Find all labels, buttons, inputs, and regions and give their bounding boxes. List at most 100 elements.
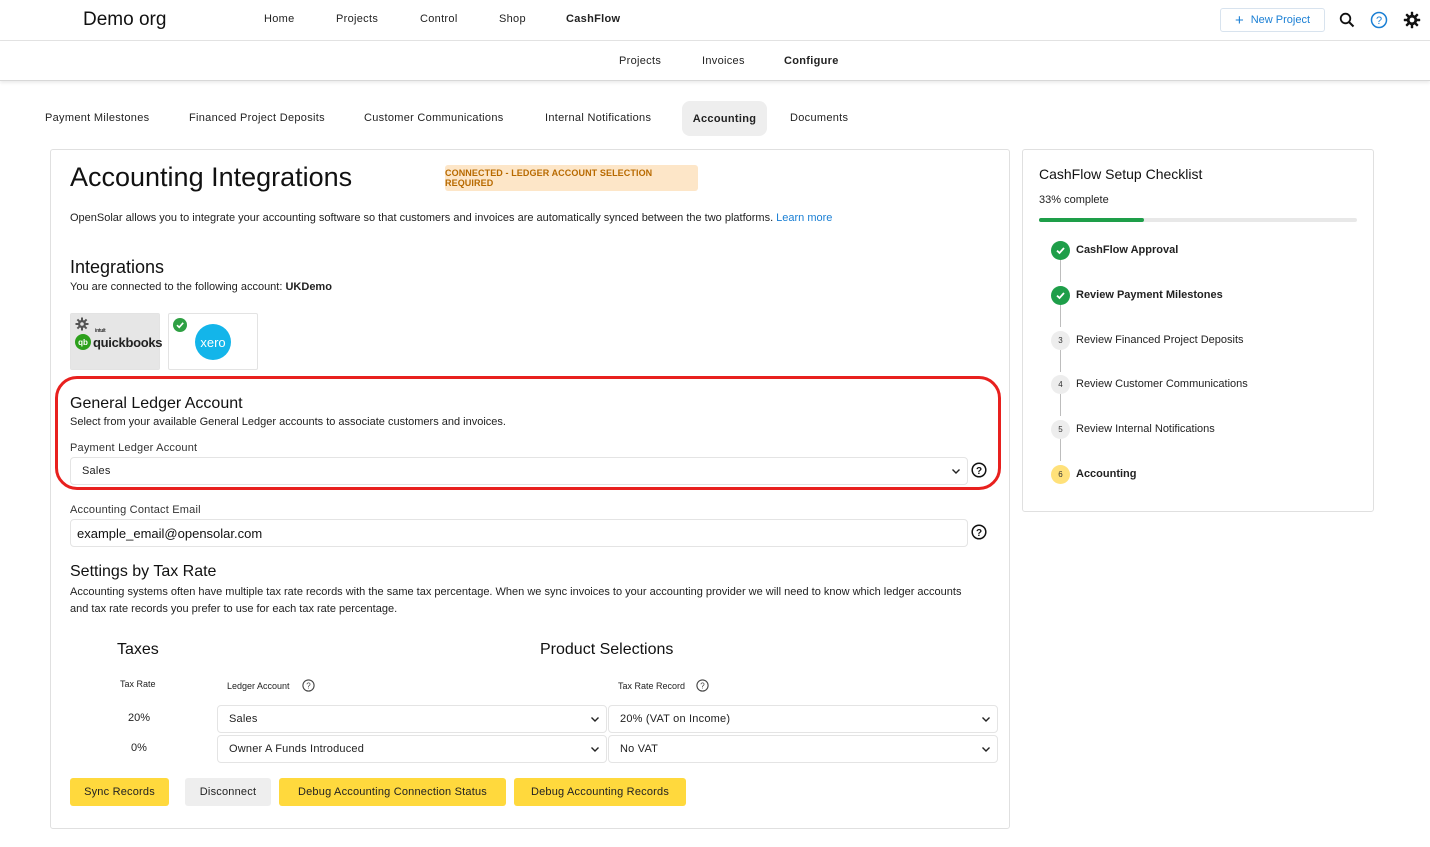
top-navbar: Demo org Home Projects Control Shop Cash…: [0, 0, 1430, 41]
sync-records-button[interactable]: Sync Records: [70, 778, 169, 806]
connected-account-text: You are connected to the following accou…: [70, 281, 332, 293]
step-number: 6: [1051, 465, 1070, 484]
tab-documents[interactable]: Documents: [790, 112, 848, 124]
subnav-projects[interactable]: Projects: [619, 55, 661, 67]
debug-connection-status-button[interactable]: Debug Accounting Connection Status: [279, 778, 506, 806]
checklist-progress-fill: [1039, 218, 1144, 222]
tab-customer-communications[interactable]: Customer Communications: [364, 112, 504, 124]
disconnect-button[interactable]: Disconnect: [185, 778, 271, 806]
quickbooks-wordmark: intuit quickbooks: [93, 327, 163, 350]
nav-home[interactable]: Home: [264, 13, 295, 25]
checklist-title: CashFlow Setup Checklist: [1039, 166, 1203, 182]
checklist-step-accounting[interactable]: Accounting: [1076, 468, 1137, 480]
ledger-account-select[interactable]: Sales: [217, 705, 607, 733]
tax-rate-cell: 20%: [128, 712, 151, 724]
intuit-wordmark: intuit: [95, 327, 106, 334]
gl-heading: General Ledger Account: [70, 395, 243, 412]
svg-text:?: ?: [976, 466, 982, 477]
gl-description: Select from your available General Ledge…: [70, 416, 506, 428]
page-title: Accounting Integrations: [70, 162, 353, 192]
checklist-step-cashflow-approval[interactable]: CashFlow Approval: [1076, 244, 1178, 256]
subnav-configure[interactable]: Configure: [784, 55, 839, 67]
help-icon[interactable]: ?: [971, 524, 987, 540]
checklist-step-payment-milestones[interactable]: Review Payment Milestones: [1076, 289, 1223, 301]
payment-ledger-label: Payment Ledger Account: [70, 442, 198, 454]
svg-text:?: ?: [976, 528, 982, 539]
chevron-down-icon: [952, 469, 960, 474]
checklist-progress-bar: [1039, 218, 1357, 222]
tax-rate-cell: 0%: [131, 742, 147, 754]
subnav-invoices[interactable]: Invoices: [702, 55, 745, 67]
step-connector: [1060, 305, 1061, 327]
help-icon[interactable]: ?: [971, 462, 987, 478]
chevron-down-icon: [591, 747, 599, 752]
step-connector: [1060, 394, 1061, 416]
svg-text:?: ?: [700, 682, 705, 691]
debug-accounting-records-button[interactable]: Debug Accounting Records: [514, 778, 686, 806]
quickbooks-logo: qb intuit quickbooks: [75, 327, 163, 350]
tax-rate-record-value: No VAT: [620, 743, 659, 755]
tax-rate-record-select[interactable]: No VAT: [608, 735, 998, 763]
chevron-down-icon: [982, 747, 990, 752]
chevron-down-icon: [982, 717, 990, 722]
tab-financed-project-deposits[interactable]: Financed Project Deposits: [189, 112, 325, 124]
col-tax-rate: Tax Rate: [120, 679, 156, 689]
tax-heading: Settings by Tax Rate: [70, 563, 217, 580]
ledger-account-value: Owner A Funds Introduced: [229, 743, 365, 755]
sub-navbar: Projects Invoices Configure: [0, 41, 1430, 81]
ledger-account-select[interactable]: Owner A Funds Introduced: [217, 735, 607, 763]
quickbooks-tile[interactable]: qb intuit quickbooks: [70, 313, 163, 370]
intro-copy: OpenSolar allows you to integrate your a…: [70, 212, 774, 224]
checklist-step-customer-communications[interactable]: Review Customer Communications: [1076, 378, 1248, 390]
svg-text:?: ?: [1376, 15, 1382, 27]
chevron-down-icon: [591, 717, 599, 722]
tax-rate-record-select[interactable]: 20% (VAT on Income): [608, 705, 998, 733]
nav-projects[interactable]: Projects: [336, 13, 378, 25]
ledger-account-value: Sales: [229, 713, 258, 725]
step-connector: [1060, 439, 1061, 461]
status-badge: CONNECTED - LEDGER ACCOUNT SELECTION REQ…: [445, 165, 698, 191]
checklist-step-internal-notifications[interactable]: Review Internal Notifications: [1076, 423, 1215, 435]
connected-prefix: You are connected to the following accou…: [70, 281, 283, 293]
col-ledger-account: Ledger Account: [227, 681, 290, 691]
step-connector: [1060, 260, 1061, 282]
tab-internal-notifications[interactable]: Internal Notifications: [545, 112, 651, 124]
new-project-button[interactable]: + New Project: [1220, 8, 1325, 32]
plus-icon: +: [1234, 11, 1244, 29]
checklist-step-financed-deposits[interactable]: Review Financed Project Deposits: [1076, 334, 1244, 346]
step-done-icon: [1051, 286, 1070, 305]
quickbooks-logo-mark: qb: [75, 334, 91, 350]
new-project-label: New Project: [1250, 14, 1311, 26]
col-tax-rate-record: Tax Rate Record: [618, 681, 686, 691]
step-number: 3: [1051, 331, 1070, 350]
gear-icon[interactable]: [75, 317, 89, 331]
integrations-heading: Integrations: [70, 257, 165, 277]
help-icon[interactable]: ?: [1369, 10, 1389, 30]
svg-text:?: ?: [306, 682, 311, 691]
tab-payment-milestones[interactable]: Payment Milestones: [45, 112, 149, 124]
xero-tile[interactable]: xero: [168, 313, 258, 370]
nav-cashflow[interactable]: CashFlow: [566, 13, 620, 25]
step-number: 4: [1051, 375, 1070, 394]
help-icon[interactable]: ?: [696, 679, 709, 692]
payment-ledger-select[interactable]: Sales: [70, 457, 968, 485]
tax-description: Accounting systems often have multiple t…: [70, 586, 962, 615]
tax-rate-record-value: 20% (VAT on Income): [620, 713, 731, 725]
connected-account: UKDemo: [285, 281, 332, 293]
nav-control[interactable]: Control: [420, 13, 458, 25]
gear-icon[interactable]: [1402, 10, 1422, 30]
step-connector: [1060, 350, 1061, 372]
org-name[interactable]: Demo org: [83, 9, 166, 31]
intro-text: OpenSolar allows you to integrate your a…: [70, 212, 832, 224]
learn-more-link[interactable]: Learn more: [776, 212, 832, 224]
tab-accounting[interactable]: Accounting: [682, 101, 767, 136]
contact-email-label: Accounting Contact Email: [70, 504, 201, 516]
contact-email-field[interactable]: example_email@opensolar.com: [70, 519, 968, 547]
check-circle-icon: [173, 318, 187, 332]
product-selections-heading: Product Selections: [540, 641, 674, 658]
payment-ledger-value: Sales: [82, 465, 111, 477]
search-icon[interactable]: [1337, 10, 1357, 30]
step-done-icon: [1051, 241, 1070, 260]
nav-shop[interactable]: Shop: [499, 13, 526, 25]
help-icon[interactable]: ?: [302, 679, 315, 692]
